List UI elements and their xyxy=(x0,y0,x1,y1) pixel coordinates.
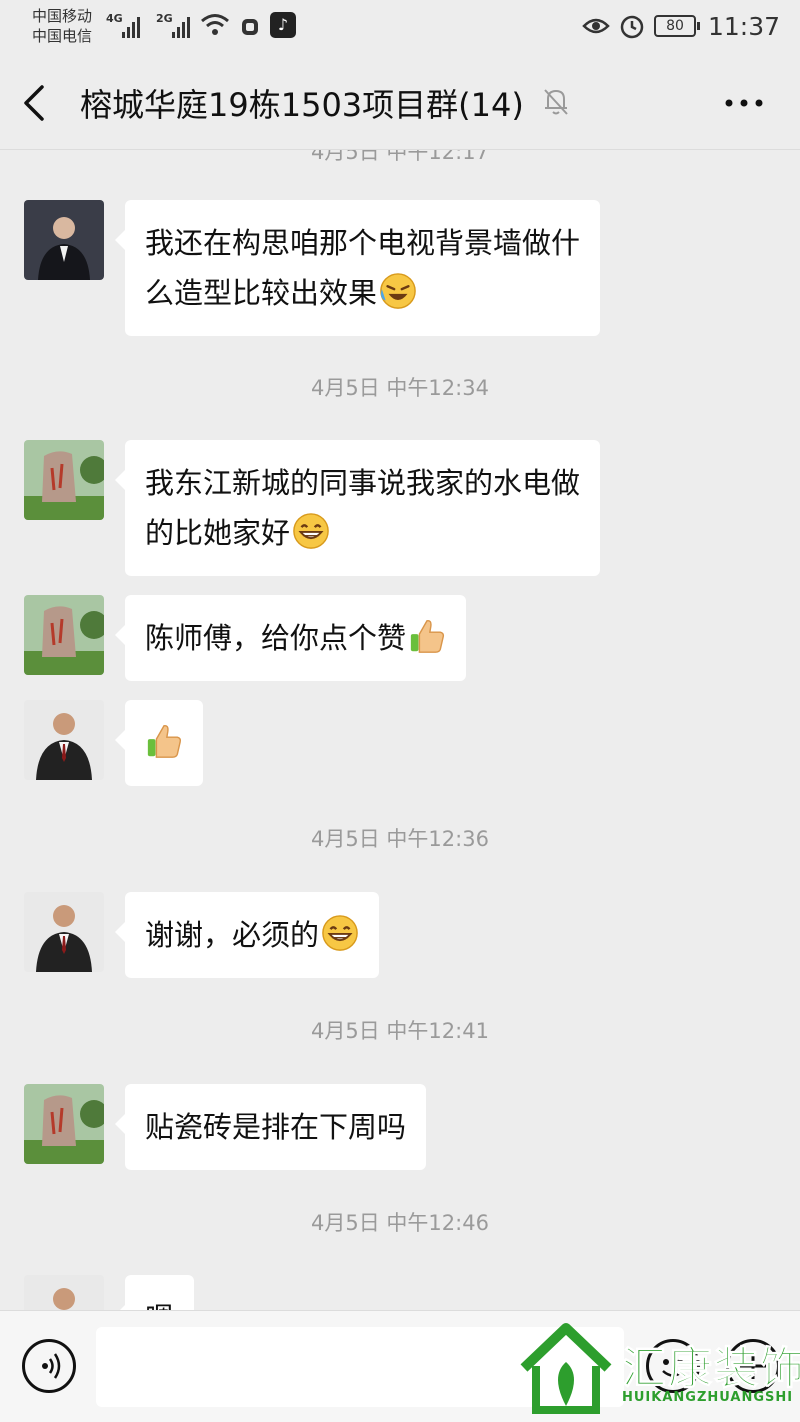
signal-bars-2-icon xyxy=(172,14,190,38)
message-text: 么造型比较出效果 xyxy=(145,276,378,310)
message-text: 谢谢，必须的 xyxy=(145,918,320,952)
wifi-icon xyxy=(201,14,229,35)
message-text: 贴瓷砖是排在下周吗 xyxy=(145,1110,407,1144)
avatar-owner[interactable] xyxy=(24,595,104,675)
message-text: 陈师傅，给你点个赞 xyxy=(145,621,407,655)
avatar-worker[interactable] xyxy=(24,1275,104,1310)
message-bubble[interactable]: 我东江新城的同事说我家的水电做 的比她家好 xyxy=(114,440,601,576)
message-bubble[interactable]: 贴瓷砖是排在下周吗 xyxy=(114,1084,427,1170)
battery-indicator: 80 xyxy=(654,15,700,37)
brand-watermark: 汇康装饰 HUIKANGZHUANGSHI xyxy=(518,1322,800,1418)
message-text: 我东江新城的同事说我家的水电做 xyxy=(145,466,581,500)
message-bubble[interactable]: 嗯 xyxy=(114,1275,195,1310)
brand-name-en: HUIKANGZHUANGSHI xyxy=(622,1390,794,1405)
grinning-emoji-icon xyxy=(293,513,329,549)
message-text: 我还在构思咱那个电视背景墙做什 xyxy=(145,226,581,260)
carrier-1: 中国移动 xyxy=(32,7,93,25)
voice-button[interactable] xyxy=(22,1339,76,1393)
voice-icon xyxy=(42,1353,61,1379)
network-type-2: 2G xyxy=(156,12,173,25)
timestamp: 4月5日 中午12:41 xyxy=(311,1019,489,1043)
avatar-worker[interactable] xyxy=(24,892,104,972)
back-arrow-icon[interactable] xyxy=(22,84,46,122)
avatar-owner[interactable] xyxy=(24,1084,104,1164)
status-bar: 中国移动 中国电信 4G 2G ♪ 80 11:37 xyxy=(0,0,800,56)
carrier-2: 中国电信 xyxy=(32,27,93,45)
mute-bell-icon xyxy=(544,89,568,115)
eye-comfort-icon xyxy=(582,18,610,34)
laughing-tears-emoji-icon xyxy=(380,273,416,309)
tiktok-icon: ♪ xyxy=(270,12,296,38)
timestamp: 4月5日 中午12:36 xyxy=(311,827,489,851)
thumbs-up-emoji-icon xyxy=(410,619,445,653)
brand-name-cn: 汇康装饰 xyxy=(622,1343,800,1395)
message-list[interactable]: 4月5日 中午12:17 我还在构思咱那个电视背景墙做什 么造型比较出效果 4月… xyxy=(0,150,800,1310)
notification-icon xyxy=(242,19,258,35)
avatar-designer[interactable] xyxy=(24,200,104,280)
avatar-owner[interactable] xyxy=(24,440,104,520)
chat-header: 榕城华庭19栋1503项目群(14) xyxy=(0,56,800,150)
network-type-1: 4G xyxy=(106,12,123,25)
message-bubble[interactable] xyxy=(115,700,203,786)
signal-bars-1-icon xyxy=(122,14,140,38)
message-bubble[interactable]: 谢谢，必须的 xyxy=(114,892,380,978)
message-bubble[interactable]: 陈师傅，给你点个赞 xyxy=(114,595,467,681)
message-bubble[interactable]: 我还在构思咱那个电视背景墙做什 么造型比较出效果 xyxy=(114,200,601,336)
more-options-icon[interactable] xyxy=(724,98,764,108)
avatar-worker[interactable] xyxy=(24,700,104,780)
timestamp: 4月5日 中午12:34 xyxy=(311,376,489,400)
message-text: 的比她家好 xyxy=(145,516,291,550)
carrier-labels: 中国移动 中国电信 xyxy=(32,6,92,46)
alarm-icon xyxy=(620,15,644,39)
timestamp: 4月5日 中午12:46 xyxy=(311,1211,489,1235)
status-time: 11:37 xyxy=(708,12,781,41)
message-text: 嗯 xyxy=(145,1293,174,1310)
house-logo-icon xyxy=(520,1323,612,1414)
timestamp-partial: 4月5日 中午12:17 xyxy=(311,150,489,164)
grinning-emoji-icon xyxy=(322,915,358,951)
thumbs-up-emoji-icon xyxy=(147,724,182,758)
group-title: 榕城华庭19栋1503项目群(14) xyxy=(80,86,524,124)
